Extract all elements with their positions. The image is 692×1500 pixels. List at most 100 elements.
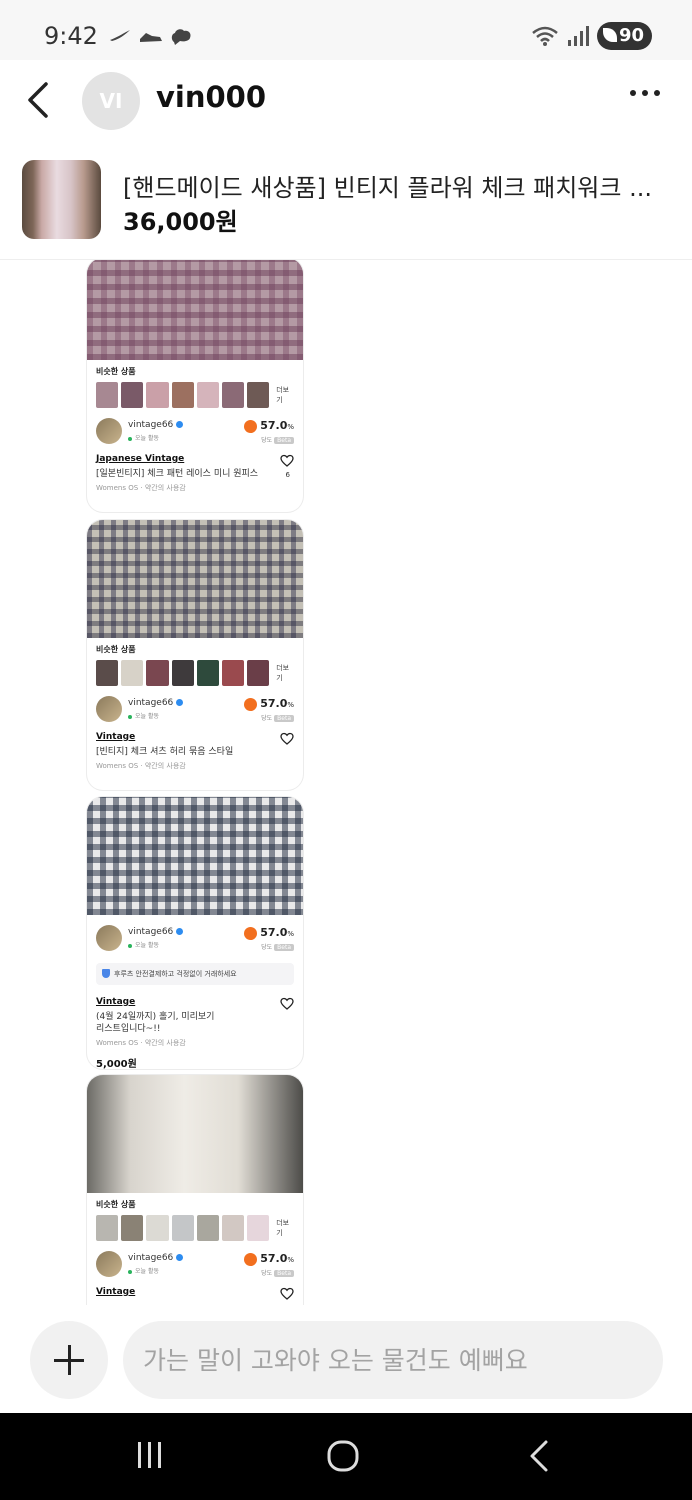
nike-icon xyxy=(110,30,130,41)
similar-row: 더보기 xyxy=(96,1215,294,1241)
seller-score: 57.0% xyxy=(244,926,294,940)
back-button[interactable] xyxy=(20,80,56,120)
similar-thumb[interactable] xyxy=(221,660,245,686)
similar-thumb[interactable] xyxy=(96,382,119,408)
product-summary[interactable]: [핸드메이드 새상품] 빈티지 플라워 체크 패치워크 ... 36,000원 xyxy=(0,140,692,260)
similar-thumb[interactable] xyxy=(196,1215,219,1241)
message-input[interactable] xyxy=(123,1321,663,1399)
seller-avatar[interactable] xyxy=(96,925,122,951)
seller-avatar[interactable] xyxy=(96,696,122,722)
listing-meta: Womens OS · 약간의 사용감 xyxy=(96,484,186,492)
similar-thumb[interactable] xyxy=(171,1215,194,1241)
back-nav-icon[interactable] xyxy=(524,1439,552,1473)
similar-items: 비슷한 상품 더보기 xyxy=(87,638,303,686)
score-unit: % xyxy=(287,423,294,431)
similar-thumb[interactable] xyxy=(146,382,169,408)
listing-image[interactable] xyxy=(87,260,303,360)
seller-name-text: vintage66 xyxy=(128,927,174,937)
seller-grade: 당도 Beta xyxy=(261,713,294,722)
similar-thumb[interactable] xyxy=(146,1215,169,1241)
similar-thumb[interactable] xyxy=(121,660,144,686)
similar-more-link[interactable]: 더보기 xyxy=(276,385,294,405)
recent-apps-icon[interactable] xyxy=(134,1439,166,1471)
similar-thumb[interactable] xyxy=(96,660,119,686)
seller-row[interactable]: vintage66 오늘 활동 57.0% 당도 Beta xyxy=(87,1249,303,1283)
cloud-chat-icon xyxy=(171,29,191,45)
peach-icon xyxy=(244,697,258,711)
similar-label: 비슷한 상품 xyxy=(96,1200,136,1209)
system-nav-bar xyxy=(0,1413,692,1500)
listing-meta: Womens OS · 약간의 사용감 xyxy=(96,1039,186,1047)
seller-row[interactable]: vintage66 오늘 활동 57.0% 당도 Beta xyxy=(87,694,303,728)
dot-icon xyxy=(630,90,636,96)
listing-image[interactable] xyxy=(87,1075,303,1193)
heart-icon[interactable] xyxy=(280,1287,294,1301)
listing-name: [일본빈티지] 체크 패턴 레이스 미니 원피스 xyxy=(96,469,259,479)
similar-more-link[interactable]: 더보기 xyxy=(276,1218,294,1238)
battery-level: 90 xyxy=(618,25,644,46)
score-unit: % xyxy=(287,930,294,938)
listing-name-line2: 리스트입니다~!! xyxy=(96,1024,161,1034)
similar-thumb[interactable] xyxy=(196,660,219,686)
listing-name: (4월 24일까지) 홀기, 미리보기 리스트입니다~!! xyxy=(96,1011,294,1035)
listing-brand[interactable]: Vintage xyxy=(96,1287,294,1297)
product-thumbnail[interactable] xyxy=(22,160,101,239)
chat-messages[interactable]: 비슷한 상품 더보기 vintage66 오늘 활동 57.0% 당도 Beta … xyxy=(0,260,692,1305)
status-time: 9:42 xyxy=(44,22,98,50)
similar-thumb[interactable] xyxy=(121,1215,144,1241)
listing-image[interactable] xyxy=(87,797,303,915)
listing-brand[interactable]: Japanese Vintage xyxy=(96,454,294,464)
similar-thumb[interactable] xyxy=(96,1215,119,1241)
listing-info[interactable]: Japanese Vintage [일본빈티지] 체크 패턴 레이스 미니 원피… xyxy=(87,450,303,493)
shared-listing-card[interactable]: 비슷한 상품 더보기 vintage66 오늘 활동 57.0% 당도 Beta … xyxy=(87,260,303,512)
score-value: 57.0 xyxy=(260,1252,288,1265)
listing-image[interactable] xyxy=(87,520,303,638)
safe-payment-notice[interactable]: 후루츠 안전결제하고 걱정없이 거래하세요 xyxy=(96,963,294,985)
similar-thumb[interactable] xyxy=(221,1215,245,1241)
heart-icon[interactable] xyxy=(280,997,294,1011)
heart-icon[interactable] xyxy=(280,454,294,468)
seller-grade: 당도 Beta xyxy=(261,435,294,444)
username[interactable]: vin000 xyxy=(156,80,266,114)
score-unit: % xyxy=(287,1256,294,1264)
seller-score: 57.0% xyxy=(244,1252,294,1266)
listing-info[interactable]: Vintage xyxy=(87,1283,303,1300)
similar-thumb[interactable] xyxy=(247,382,270,408)
listing-name-line1: (4월 24일까지) 홀기, 미리보기 xyxy=(96,1012,215,1022)
similar-thumb[interactable] xyxy=(146,660,169,686)
similar-thumb[interactable] xyxy=(171,382,194,408)
similar-thumb[interactable] xyxy=(247,660,270,686)
shared-listing-card[interactable]: 비슷한 상품 더보기 vintage66 오늘 활동 57.0% 당도 Beta … xyxy=(87,1075,303,1305)
similar-thumb[interactable] xyxy=(171,660,194,686)
similar-thumb[interactable] xyxy=(196,382,219,408)
like-count: 6 xyxy=(285,471,290,479)
heart-icon[interactable] xyxy=(280,732,294,746)
beta-badge: Beta xyxy=(274,437,294,444)
similar-thumb[interactable] xyxy=(247,1215,270,1241)
listing-info[interactable]: Vintage [빈티지] 체크 셔츠 허리 묶음 스타일 Womens OS … xyxy=(87,728,303,771)
product-price: 36,000원 xyxy=(123,208,238,236)
listing-brand[interactable]: Vintage xyxy=(96,997,294,1007)
avatar[interactable]: VI xyxy=(82,72,140,130)
listing-info[interactable]: Vintage (4월 24일까지) 홀기, 미리보기 리스트입니다~!! Wo… xyxy=(87,985,303,1069)
home-icon[interactable] xyxy=(326,1439,360,1473)
more-options-button[interactable] xyxy=(630,90,660,96)
grade-label: 당도 xyxy=(261,1270,273,1277)
seller-grade: 당도 Beta xyxy=(261,942,294,951)
peach-icon xyxy=(244,419,258,433)
peach-icon xyxy=(244,926,258,940)
seller-score: 57.0% xyxy=(244,419,294,433)
seller-row[interactable]: vintage66 오늘 활동 57.0% 당도 Beta xyxy=(87,923,303,957)
score-unit: % xyxy=(287,701,294,709)
similar-thumb[interactable] xyxy=(221,382,245,408)
seller-avatar[interactable] xyxy=(96,1251,122,1277)
seller-row[interactable]: vintage66 오늘 활동 57.0% 당도 Beta xyxy=(87,416,303,450)
listing-meta: Womens OS · 약간의 사용감 xyxy=(96,762,186,770)
shared-listing-card[interactable]: vintage66 오늘 활동 57.0% 당도 Beta 후루츠 안전결제하고 … xyxy=(87,797,303,1069)
seller-avatar[interactable] xyxy=(96,418,122,444)
listing-brand[interactable]: Vintage xyxy=(96,732,294,742)
shared-listing-card[interactable]: 비슷한 상품 더보기 vintage66 오늘 활동 57.0% 당도 Beta … xyxy=(87,520,303,790)
similar-more-link[interactable]: 더보기 xyxy=(276,663,294,683)
similar-thumb[interactable] xyxy=(121,382,144,408)
attach-plus-button[interactable] xyxy=(30,1321,108,1399)
